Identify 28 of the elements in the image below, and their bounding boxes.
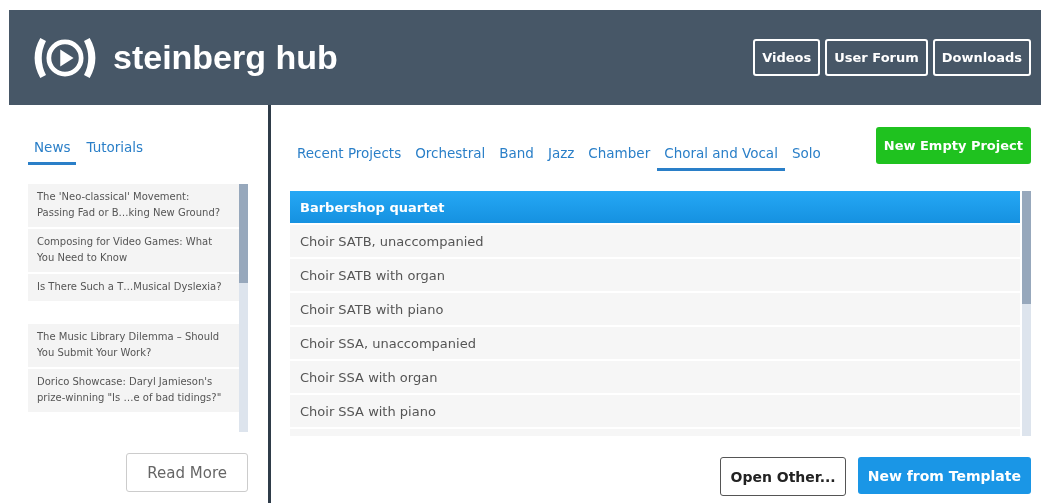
news-item[interactable]: Dorico Showcase: Daryl Jamieson's prize-winning "Is …e of bad tidings?": [28, 369, 239, 412]
tab[interactable]: News: [28, 135, 77, 165]
news-item[interactable]: Is There Such a T…Musical Dyslexia?: [28, 274, 239, 301]
tab[interactable]: Tutorials: [80, 135, 150, 165]
template-row[interactable]: Choir SSA with organ: [290, 361, 1020, 395]
template-row[interactable]: Choir SSA with piano: [290, 395, 1020, 429]
news-item[interactable]: The Music Library Dilemma – Should You Submit Your Work?: [28, 324, 239, 367]
header-button[interactable]: Downloads: [932, 39, 1031, 76]
tab[interactable]: Choral and Vocal: [657, 141, 785, 171]
open-other-button[interactable]: Open Other...: [720, 457, 846, 496]
scrollbar[interactable]: [1022, 191, 1031, 436]
tab[interactable]: Orchestral: [408, 141, 493, 171]
header-button[interactable]: Videos: [753, 39, 821, 76]
header-button[interactable]: User Forum: [825, 39, 928, 76]
tab[interactable]: Solo: [784, 141, 828, 171]
tab[interactable]: Recent Projects: [290, 141, 409, 171]
scrollbar[interactable]: [239, 184, 248, 432]
news-item[interactable]: The 'Neo-classical' Movement: Passing Fad or B…king New Ground?: [28, 184, 239, 227]
template-row[interactable]: Choir SATB with organ: [290, 259, 1020, 293]
read-more-button[interactable]: Read More: [126, 453, 248, 492]
news-item[interactable]: Composing for Video Games: What You Need to Know: [28, 229, 239, 272]
tab[interactable]: Jazz: [540, 141, 582, 171]
tab[interactable]: Band: [492, 141, 541, 171]
template-row[interactable]: Choir SATB, unaccompanied: [290, 225, 1020, 259]
template-row[interactable]: Choir SSA, unaccompanied: [290, 327, 1020, 361]
template-row[interactable]: Choir SATB with piano: [290, 293, 1020, 327]
brand-name: steinberg hub: [113, 38, 338, 77]
tab[interactable]: Chamber: [581, 141, 658, 171]
